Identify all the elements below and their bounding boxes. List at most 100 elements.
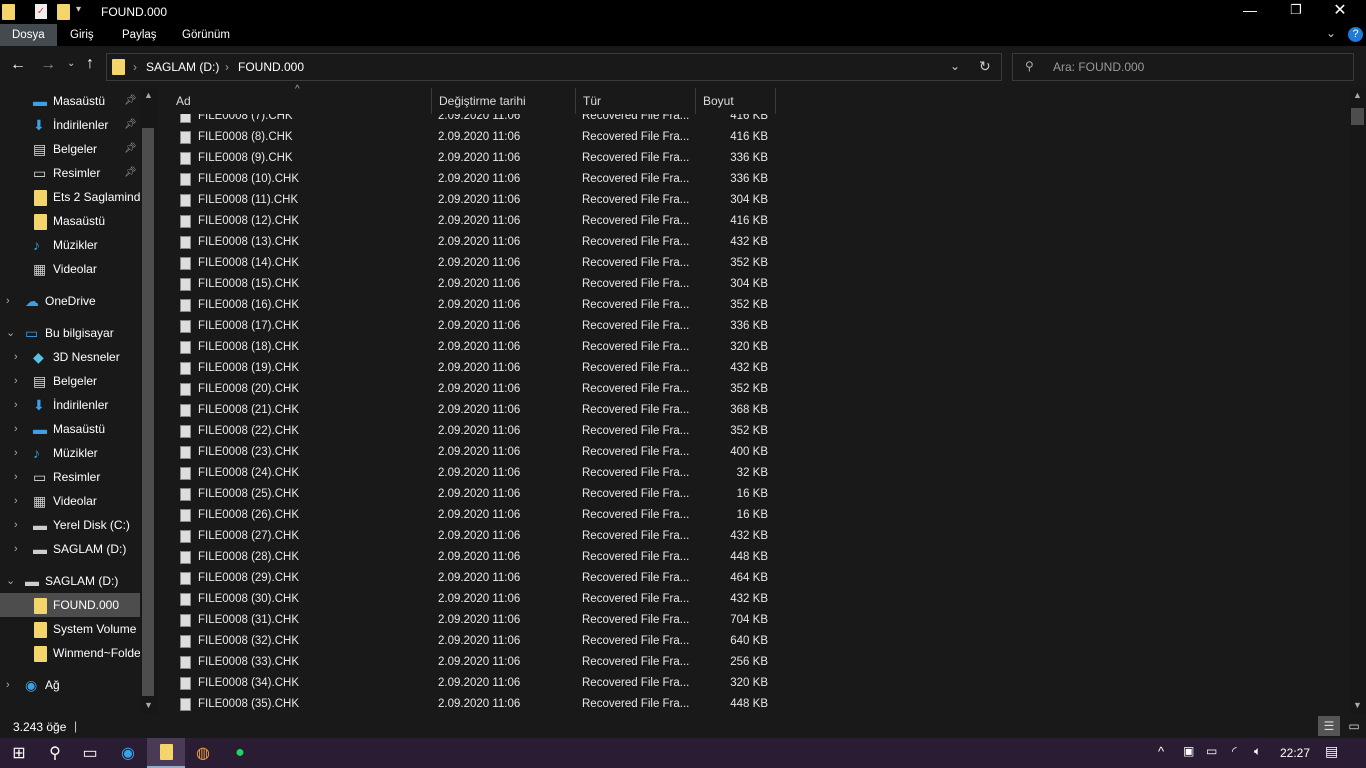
column-header-name[interactable]: Ad — [169, 88, 432, 114]
breadcrumb-found[interactable]: FOUND.000 — [238, 60, 304, 74]
battery-icon[interactable]: ▭ — [1206, 744, 1217, 758]
sidebar-item[interactable]: ⌄ ▬ SAGLAM (D:) — [0, 569, 140, 593]
sidebar-item[interactable]: ⬇ İndirilenler 📌︎ — [0, 113, 140, 137]
file-row[interactable]: FILE0008 (29).CHK 2.09.2020 11:06 Recove… — [157, 568, 777, 589]
sidebar-item[interactable]: Winmend~Folder — [0, 641, 140, 665]
quick-access-dropdown-icon[interactable]: ▾ — [76, 4, 81, 15]
expand-chevron-icon[interactable]: › — [14, 537, 18, 561]
expand-chevron-icon[interactable]: › — [14, 345, 18, 369]
file-row[interactable]: FILE0008 (9).CHK 2.09.2020 11:06 Recover… — [157, 148, 777, 169]
sidebar-item[interactable]: ▭ Resimler 📌︎ — [0, 161, 140, 185]
sidebar-item[interactable]: ⌄ ▭ Bu bilgisayar — [0, 321, 140, 345]
file-explorer-icon[interactable] — [147, 738, 185, 768]
volume-icon[interactable]: 🔈︎ — [1254, 744, 1261, 759]
sidebar-item[interactable]: ▤ Belgeler 📌︎ — [0, 137, 140, 161]
tab-gorunum[interactable]: Görünüm — [170, 24, 242, 46]
file-row[interactable]: FILE0008 (27).CHK 2.09.2020 11:06 Recove… — [157, 526, 777, 547]
file-row[interactable]: FILE0008 (32).CHK 2.09.2020 11:06 Recove… — [157, 631, 777, 652]
expand-chevron-icon[interactable]: ⌄ — [6, 321, 15, 345]
file-row[interactable]: FILE0008 (18).CHK 2.09.2020 11:06 Recove… — [157, 337, 777, 358]
expand-ribbon-icon[interactable]: ⌄ — [1326, 26, 1336, 40]
maximize-button[interactable]: ❐ — [1286, 2, 1306, 18]
file-row[interactable]: FILE0008 (10).CHK 2.09.2020 11:06 Recove… — [157, 169, 777, 190]
sidebar-item[interactable]: FOUND.000 — [0, 593, 140, 617]
expand-chevron-icon[interactable]: › — [14, 513, 18, 537]
notifications-icon[interactable]: ▤ — [1325, 743, 1338, 760]
sidebar-item[interactable]: ▦ Videolar — [0, 257, 140, 281]
file-row[interactable]: FILE0008 (11).CHK 2.09.2020 11:06 Recove… — [157, 190, 777, 211]
sidebar-item[interactable]: › ◆ 3D Nesneler — [0, 345, 140, 369]
tab-dosya[interactable]: Dosya — [0, 24, 57, 46]
file-row[interactable]: FILE0008 (28).CHK 2.09.2020 11:06 Recove… — [157, 547, 777, 568]
meet-now-icon[interactable]: ▣ — [1183, 744, 1194, 758]
address-dropdown-icon[interactable]: ⌄ — [950, 59, 960, 73]
navigation-pane-scrollbar[interactable]: ▲ ▼ — [140, 88, 157, 714]
expand-chevron-icon[interactable]: ⌄ — [6, 569, 15, 593]
task-view-icon[interactable]: ▭ — [71, 738, 109, 768]
file-row[interactable]: FILE0008 (8).CHK 2.09.2020 11:06 Recover… — [157, 127, 777, 148]
back-button[interactable]: ← — [10, 56, 26, 74]
sidebar-item[interactable]: › ▬ Yerel Disk (C:) — [0, 513, 140, 537]
sidebar-item[interactable]: Ets 2 Saglamindi — [0, 185, 140, 209]
sidebar-item[interactable]: › ▭ Resimler — [0, 465, 140, 489]
sidebar-item[interactable]: ▬ Masaüstü 📌︎ — [0, 89, 140, 113]
properties-icon[interactable]: ✓ — [35, 4, 47, 19]
edge-icon[interactable]: ◉ — [109, 738, 147, 768]
help-icon[interactable]: ? — [1348, 27, 1363, 42]
sidebar-item[interactable]: › ▦ Videolar — [0, 489, 140, 513]
file-row[interactable]: FILE0008 (19).CHK 2.09.2020 11:06 Recove… — [157, 358, 777, 379]
sidebar-item[interactable]: Masaüstü — [0, 209, 140, 233]
file-row[interactable]: FILE0008 (14).CHK 2.09.2020 11:06 Recove… — [157, 253, 777, 274]
file-row[interactable]: FILE0008 (34).CHK 2.09.2020 11:06 Recove… — [157, 673, 777, 694]
file-row[interactable]: FILE0008 (12).CHK 2.09.2020 11:06 Recove… — [157, 211, 777, 232]
sidebar-item[interactable]: › ▬ SAGLAM (D:) — [0, 537, 140, 561]
details-view-button[interactable]: ☰ — [1318, 716, 1340, 736]
new-folder-icon[interactable] — [57, 4, 70, 20]
expand-chevron-icon[interactable]: › — [14, 417, 18, 441]
address-bar[interactable]: › SAGLAM (D:) › FOUND.000 ⌄ ↻ — [106, 53, 1002, 81]
tab-giris[interactable]: Giriş — [58, 24, 106, 46]
up-button[interactable]: ↑ — [86, 55, 94, 73]
chrome-icon[interactable]: ◍ — [184, 738, 222, 768]
sidebar-item[interactable]: › ♪ Müzikler — [0, 441, 140, 465]
file-row[interactable]: FILE0008 (31).CHK 2.09.2020 11:06 Recove… — [157, 610, 777, 631]
sidebar-item[interactable]: ♪ Müzikler — [0, 233, 140, 257]
file-row[interactable]: FILE0008 (21).CHK 2.09.2020 11:06 Recove… — [157, 400, 777, 421]
tab-paylas[interactable]: Paylaş — [110, 24, 169, 46]
file-row[interactable]: FILE0008 (30).CHK 2.09.2020 11:06 Recove… — [157, 589, 777, 610]
file-row[interactable]: FILE0008 (7).CHK 2.09.2020 11:06 Recover… — [157, 114, 777, 127]
file-row[interactable]: FILE0008 (26).CHK 2.09.2020 11:06 Recove… — [157, 505, 777, 526]
spotify-icon[interactable]: ● — [221, 738, 259, 768]
file-row[interactable]: FILE0008 (35).CHK 2.09.2020 11:06 Recove… — [157, 694, 777, 714]
minimize-button[interactable]: — — [1240, 2, 1260, 18]
expand-chevron-icon[interactable]: › — [6, 289, 10, 313]
file-row[interactable]: FILE0008 (23).CHK 2.09.2020 11:06 Recove… — [157, 442, 777, 463]
refresh-icon[interactable]: ↻ — [979, 58, 991, 75]
expand-chevron-icon[interactable]: › — [6, 673, 10, 697]
sidebar-item[interactable]: › ▤ Belgeler — [0, 369, 140, 393]
windows-start-icon[interactable]: ⊞ — [0, 738, 38, 768]
recent-locations-icon[interactable]: ⌄ — [67, 58, 75, 69]
file-row[interactable]: FILE0008 (17).CHK 2.09.2020 11:06 Recove… — [157, 316, 777, 337]
expand-chevron-icon[interactable]: › — [14, 489, 18, 513]
show-hidden-icons[interactable]: ^ — [1158, 744, 1164, 759]
expand-chevron-icon[interactable]: › — [14, 441, 18, 465]
search-input[interactable]: Ara: FOUND.000 — [1053, 60, 1144, 74]
large-icons-view-button[interactable]: ▭ — [1344, 716, 1364, 736]
sidebar-item[interactable]: › ☁ OneDrive — [0, 289, 140, 313]
file-row[interactable]: FILE0008 (25).CHK 2.09.2020 11:06 Recove… — [157, 484, 777, 505]
forward-button[interactable]: → — [40, 56, 56, 74]
wifi-icon[interactable]: ◜ — [1232, 744, 1237, 758]
breadcrumb-saglam[interactable]: SAGLAM (D:) — [146, 60, 219, 74]
column-header-size[interactable]: Boyut — [696, 88, 776, 114]
column-header-type[interactable]: Tür — [576, 88, 696, 114]
file-row[interactable]: FILE0008 (33).CHK 2.09.2020 11:06 Recove… — [157, 652, 777, 673]
file-row[interactable]: FILE0008 (13).CHK 2.09.2020 11:06 Recove… — [157, 232, 777, 253]
clock[interactable]: 22:27 — [1280, 746, 1310, 760]
close-button[interactable]: ✕ — [1330, 0, 1350, 20]
search-icon[interactable]: ⚲ — [36, 738, 74, 768]
search-box[interactable]: ⚲ Ara: FOUND.000 — [1012, 53, 1354, 81]
file-row[interactable]: FILE0008 (15).CHK 2.09.2020 11:06 Recove… — [157, 274, 777, 295]
sidebar-item[interactable]: › ◉ Ağ — [0, 673, 140, 697]
expand-chevron-icon[interactable]: › — [14, 369, 18, 393]
